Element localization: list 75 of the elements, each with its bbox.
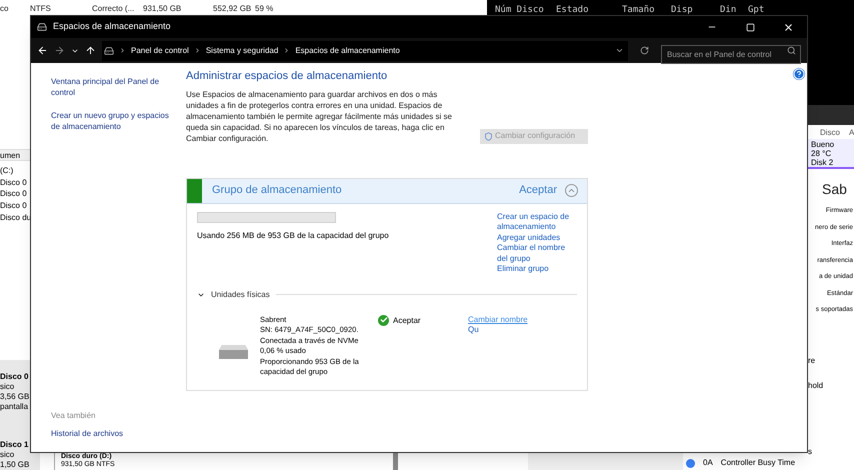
column-header: umen <box>0 150 20 162</box>
drive-action-link[interactable]: Qu <box>468 325 479 336</box>
drive-icon <box>219 344 248 358</box>
disk-detail: 3,56 GB <box>0 392 30 402</box>
pool-action-link[interactable]: Agregar unidades <box>497 232 577 243</box>
drives-icon <box>104 46 114 56</box>
breadcrumb-field[interactable]: Panel de control Sistema y seguridad Espacios de almacenamiento <box>102 40 628 60</box>
shield-icon <box>484 132 493 140</box>
table-cell: hold <box>808 380 824 392</box>
pool-header[interactable]: Grupo de almacenamiento Aceptar <box>187 178 587 204</box>
column-header: Estado <box>556 4 589 17</box>
table-cell: re <box>808 355 816 367</box>
pool-action-link[interactable]: Crear un espacio de almacenamiento <box>497 212 577 232</box>
table-cell: 59 % <box>255 3 274 15</box>
pool-action-link[interactable]: Cambiar el nombre del grupo <box>497 243 577 264</box>
back-icon[interactable] <box>37 45 48 56</box>
sidebar-link[interactable]: Ventana principal del Panel de control <box>51 76 178 98</box>
up-icon[interactable] <box>85 45 96 56</box>
breadcrumb-item[interactable]: Espacios de almacenamiento <box>295 44 400 56</box>
window-title: Espacios de almacenamiento <box>53 20 171 34</box>
table-cell: (C:) <box>0 165 14 177</box>
selected-disk-tab[interactable]: Bueno 28 °C Disk 2 <box>808 139 854 169</box>
separator-icon <box>283 47 290 54</box>
column-header: Din <box>720 4 736 17</box>
column-header: Gpt <box>748 4 764 17</box>
separator-icon <box>119 47 126 54</box>
health-status: Bueno <box>811 140 836 149</box>
table-cell: 931,50 GB <box>143 3 182 15</box>
usage-text: Usando 256 MB de 953 GB de la capacidad del grupo <box>197 230 389 242</box>
disk-label: Disco 1 <box>0 440 30 450</box>
table-cell: 552,92 GB <box>213 3 252 15</box>
table-cell: Disco 0 <box>0 200 27 212</box>
sidebar-link[interactable]: Crear un nuevo grupo y espacios de almacenamiento <box>51 110 178 132</box>
table-cell: co <box>0 3 8 15</box>
help-icon[interactable] <box>793 68 805 80</box>
drive-status: Aceptar <box>393 314 421 326</box>
disk-label: Disk 2 <box>811 158 834 167</box>
separator-icon <box>194 47 201 54</box>
check-icon <box>378 314 389 326</box>
temperature: 28 °C <box>811 149 832 158</box>
breadcrumb-item[interactable]: Sistema y seguridad <box>206 44 278 56</box>
pool-title: Grupo de almacenamiento <box>212 183 342 198</box>
table-cell: 0A <box>703 457 713 469</box>
table-cell: Controller Busy Time <box>720 457 796 469</box>
maximize-icon <box>746 22 754 32</box>
section-title: Unidades físicas <box>211 288 270 300</box>
table-cell: Correcto (... <box>92 3 134 15</box>
pool-status: Aceptar <box>519 183 557 198</box>
pool-action-link[interactable]: Eliminar grupo <box>497 264 577 274</box>
see-also-heading: Vea también <box>51 410 96 422</box>
disk-detail: sico <box>0 382 16 392</box>
table-cell: Disco 0 <box>0 188 27 200</box>
refresh-icon[interactable] <box>640 46 649 55</box>
disk-detail: 1,50 GB <box>0 460 30 470</box>
status-bar-indicator <box>187 178 202 202</box>
breadcrumb-item[interactable]: Panel de control <box>131 44 189 56</box>
sidebar-link[interactable]: Historial de archivos <box>51 428 178 440</box>
page-heading: Administrar espacios de almacenamiento <box>186 69 388 84</box>
search-field[interactable]: Buscar en el Panel de control <box>661 45 801 64</box>
disk-detail: sico <box>0 450 16 460</box>
column-header: Disp <box>671 4 693 17</box>
search-icon <box>787 46 796 55</box>
table-cell: NTFS <box>30 3 51 15</box>
drive-model: Sab <box>822 180 847 199</box>
column-header: Núm Disco <box>495 4 544 17</box>
table-cell: Disco 0 <box>0 176 27 189</box>
column-header: Tamaño <box>622 4 655 17</box>
drives-icon <box>37 22 47 32</box>
close-icon <box>782 22 794 32</box>
dropdown-icon[interactable] <box>615 46 624 55</box>
description-text: Use Espacios de almacenamiento para guardar archivos en dos o más unidades a fin de protegerlos contra errores en una unidad. Espacios de almacenamiento también le permite agregar fácilmente más unidades si se queda sin capacidad. Si no aparecen los vínculos de tareas, haga clic en Cambiar configuración. <box>186 88 453 144</box>
disk-detail: pantalla <box>0 402 30 412</box>
table-cell: s <box>808 446 812 458</box>
drive-action-link[interactable]: Cambiar nombre <box>468 314 528 325</box>
disk-label: Disco 0 <box>0 372 30 382</box>
